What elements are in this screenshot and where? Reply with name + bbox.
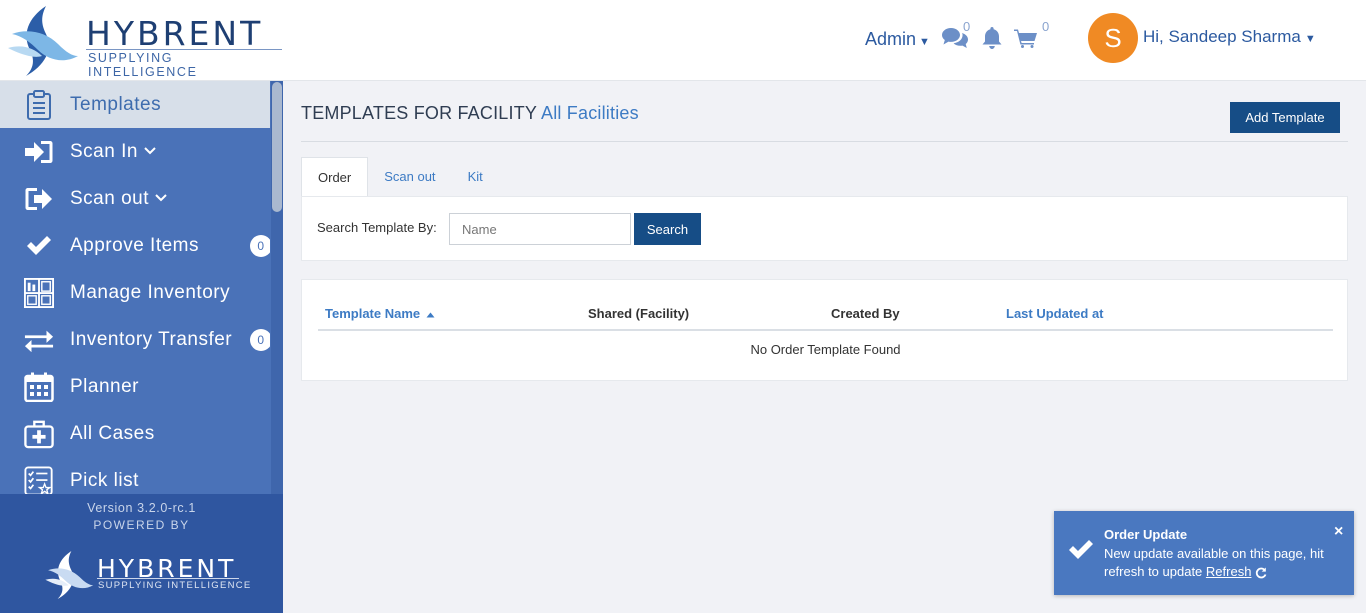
checklist-icon [24,465,54,494]
transfer-count-badge: 0 [250,329,270,351]
approve-count-badge: 0 [250,235,270,257]
footer-logo-tagline: SUPPLYING INTELLIGENCE [98,580,252,591]
clipboard-icon [24,89,54,120]
sidebar-nav: Templates Scan In Scan out Approve Items… [0,81,270,494]
chevron-down-icon [144,146,156,158]
sidebar-item-label: Templates [70,93,162,115]
sidebar-scroll-thumb[interactable] [272,82,282,212]
column-header-last-updated[interactable]: Last Updated at [1006,306,1104,321]
inventory-grid-icon [24,277,54,308]
sidebar-item-approve-items[interactable]: Approve Items 0 [0,222,270,269]
user-menu-dropdown[interactable]: Hi, Sandeep Sharma ▼ [1143,27,1316,47]
page-title: TEMPLATES FOR FACILITY All Facilities [301,103,639,124]
empty-table-message: No Order Template Found [750,342,901,357]
sidebar-item-manage-inventory[interactable]: Manage Inventory [0,269,270,316]
sign-in-icon [24,137,54,167]
check-icon [24,231,54,261]
logo-mark-icon [8,6,78,76]
sidebar-item-scan-in[interactable]: Scan In [0,128,270,175]
transfer-arrows-icon [24,325,54,355]
tab-order[interactable]: Order [301,157,369,197]
medical-case-icon [24,419,54,449]
sidebar-item-label: Scan In [70,140,138,162]
sidebar-item-inventory-transfer[interactable]: Inventory Transfer 0 [0,316,270,363]
sidebar-item-label: Manage Inventory [70,281,231,303]
cart-count: 0 [1042,19,1050,34]
top-header: HYBRENT SUPPLYING INTELLIGENCE Admin ▼ 0 … [0,0,1366,81]
page-title-prefix: TEMPLATES FOR FACILITY [301,103,537,123]
tab-kit[interactable]: Kit [452,157,499,197]
toast-message: New update available on this page, hit r… [1104,545,1334,581]
column-header-shared-facility: Shared (Facility) [588,306,690,321]
sidebar: Templates Scan In Scan out Approve Items… [0,81,283,613]
search-label: Search Template By: [317,220,437,235]
bell-icon [982,27,1002,49]
caret-down-icon: ▼ [1304,33,1316,45]
calendar-icon [24,372,54,402]
logo-tagline: SUPPLYING INTELLIGENCE [88,51,198,79]
messages-count: 0 [963,19,971,34]
table-header-divider [318,329,1333,331]
check-icon [1069,540,1093,559]
footer-logo-mark-icon [45,551,94,599]
sign-out-icon [24,184,54,214]
sidebar-item-label: Approve Items [70,234,199,256]
search-input[interactable] [449,213,631,245]
user-greeting: Hi, Sandeep Sharma [1143,27,1301,46]
sidebar-item-all-cases[interactable]: All Cases [0,410,270,457]
cart-button[interactable] [1014,28,1038,53]
toast-title: Order Update [1104,527,1188,542]
shopping-cart-icon [1014,29,1037,48]
add-template-button[interactable]: Add Template [1230,102,1340,133]
sidebar-item-planner[interactable]: Planner [0,363,270,410]
toast-close-button[interactable]: × [1334,523,1343,541]
sidebar-item-label: Scan out [70,187,149,209]
avatar[interactable]: S [1088,13,1138,63]
sidebar-item-label: All Cases [70,422,155,444]
column-header-created-by: Created By [831,306,900,321]
template-tabs: Order Scan out Kit [301,157,499,197]
app-version: Version 3.2.0-rc.1 [87,501,196,515]
sort-asc-icon [426,312,435,318]
column-header-template-name[interactable]: Template Name [325,306,435,321]
order-update-toast: Order Update New update available on thi… [1054,511,1354,595]
refresh-link[interactable]: Refresh [1206,564,1252,579]
refresh-icon[interactable] [1255,567,1267,579]
logo-divider [86,49,282,50]
caret-down-icon: ▼ [919,36,930,48]
sidebar-item-label: Inventory Transfer [70,328,233,350]
admin-dropdown[interactable]: Admin ▼ [865,29,930,50]
sidebar-item-scan-out[interactable]: Scan out [0,175,270,222]
search-button[interactable]: Search [634,213,701,245]
facility-link[interactable]: All Facilities [541,103,639,123]
sidebar-footer: Version 3.2.0-rc.1 POWERED BY HYBRENT SU… [0,494,283,613]
sidebar-item-pick-list[interactable]: Pick list [0,457,270,494]
admin-label: Admin [865,29,917,49]
logo-name: HYBRENT [86,14,264,53]
tab-scan-out[interactable]: Scan out [368,157,451,197]
sidebar-item-templates[interactable]: Templates [0,81,270,128]
footer-logo-divider [97,578,239,579]
notifications-button[interactable] [981,26,1003,55]
sidebar-item-label: Pick list [70,469,139,491]
templates-table: Template Name Shared (Facility) Created … [301,279,1348,381]
sidebar-item-label: Planner [70,375,139,397]
powered-by-label: POWERED BY [93,518,190,532]
column-header-label: Template Name [325,306,421,321]
title-divider [301,141,1348,142]
chevron-down-icon [155,193,167,205]
hybrent-logo[interactable]: HYBRENT SUPPLYING INTELLIGENCE [6,4,286,79]
search-panel: Search Template By: Search [301,196,1348,261]
